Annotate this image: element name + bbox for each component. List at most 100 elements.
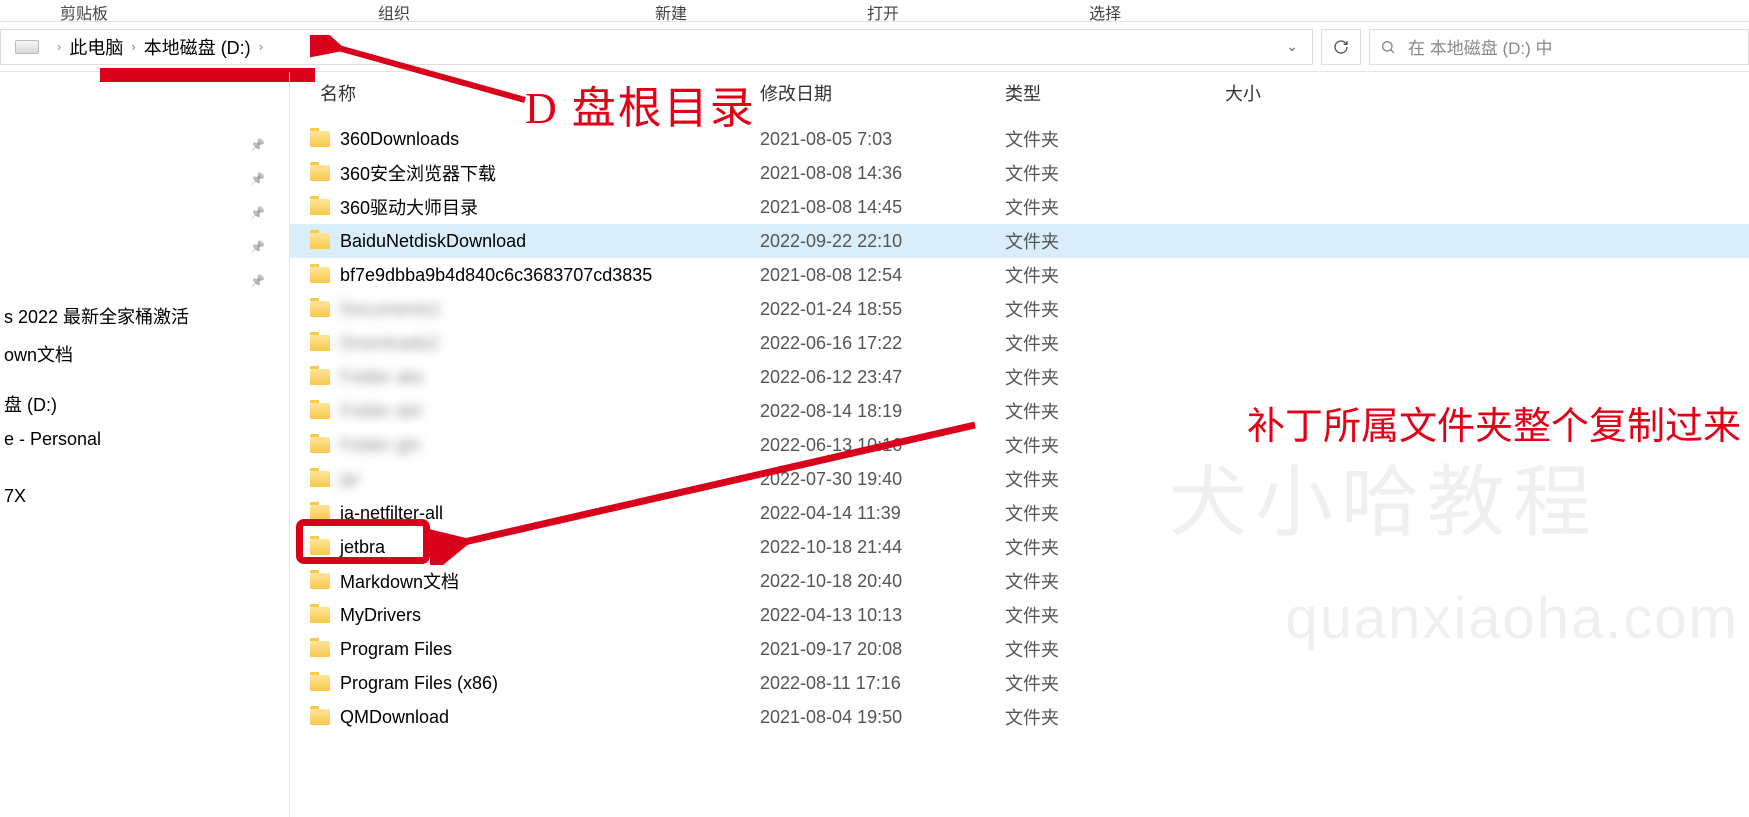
file-name-cell: bf7e9dbba9b4d840c6c3683707cd3835 [290, 265, 760, 286]
file-row[interactable]: Folder def2022-08-14 18:19文件夹 [290, 394, 1749, 428]
file-row[interactable]: Markdown文档2022-10-18 20:40文件夹 [290, 564, 1749, 598]
sidebar-item[interactable]: s 2022 最新全家桶激活 [0, 297, 289, 335]
folder-icon [310, 131, 330, 147]
file-row[interactable]: jetbra2022-10-18 21:44文件夹 [290, 530, 1749, 564]
file-name: ja-netfilter-all [340, 503, 443, 524]
file-date: 2021-08-08 14:36 [760, 163, 1005, 184]
column-type[interactable]: 类型 [1005, 80, 1225, 106]
column-date[interactable]: 修改日期 [760, 80, 1005, 106]
search-input[interactable]: 在 本地磁盘 (D:) 中 [1369, 29, 1749, 65]
pin-icon [250, 136, 265, 152]
file-type: 文件夹 [1005, 228, 1225, 254]
file-row[interactable]: jar2022-07-30 19:40文件夹 [290, 462, 1749, 496]
refresh-button[interactable] [1321, 29, 1361, 65]
file-type: 文件夹 [1005, 704, 1225, 730]
file-date: 2021-08-08 12:54 [760, 265, 1005, 286]
file-type: 文件夹 [1005, 330, 1225, 356]
file-date: 2022-04-13 10:13 [760, 605, 1005, 626]
column-size[interactable]: 大小 [1225, 80, 1375, 106]
folder-icon [310, 709, 330, 725]
ribbon-open: 打开 [847, 0, 919, 24]
folder-icon [310, 403, 330, 419]
file-row[interactable]: BaiduNetdiskDownload 2022-09-22 22:10文件夹 [290, 224, 1749, 258]
file-type: 文件夹 [1005, 636, 1225, 662]
file-name-cell: Downloads2 [290, 333, 760, 354]
file-name: MyDrivers [340, 605, 421, 626]
ribbon-organize: 组织 [358, 0, 430, 24]
sidebar-item[interactable] [0, 513, 289, 525]
file-name: Program Files [340, 639, 452, 660]
folder-icon [310, 539, 330, 555]
file-name-cell: Program Files [290, 639, 760, 660]
breadcrumb-this-pc[interactable]: 此电脑 [69, 34, 123, 60]
file-row[interactable]: 360驱动大师目录2021-08-08 14:45文件夹 [290, 190, 1749, 224]
chevron-right-icon[interactable]: › [131, 39, 135, 54]
ribbon-new: 新建 [635, 0, 707, 24]
file-name: 360Downloads [340, 129, 459, 150]
file-name-cell: jetbra [290, 537, 760, 558]
sidebar-item[interactable]: 7X [0, 480, 289, 513]
file-name: jar [340, 469, 360, 490]
file-name: Downloads2 [340, 333, 439, 354]
refresh-icon [1333, 39, 1349, 55]
file-date: 2022-08-11 17:16 [760, 673, 1005, 694]
ribbon-select: 选择 [1069, 0, 1141, 24]
file-type: 文件夹 [1005, 262, 1225, 288]
sidebar-item[interactable] [0, 456, 289, 468]
file-row[interactable]: Program Files (x86)2022-08-11 17:16文件夹 [290, 666, 1749, 700]
file-row[interactable]: Folder ghi2022-06-13 10:16文件夹 [290, 428, 1749, 462]
file-row[interactable]: 360安全浏览器下载 2021-08-08 14:36文件夹 [290, 156, 1749, 190]
breadcrumb[interactable]: › 此电脑 › 本地磁盘 (D:) › ⌄ [0, 29, 1313, 65]
file-name: BaiduNetdiskDownload [340, 231, 526, 252]
file-name: jetbra [340, 537, 385, 558]
file-type: 文件夹 [1005, 534, 1225, 560]
file-name-cell: Folder ghi [290, 435, 760, 456]
file-name: 360安全浏览器下载 [340, 160, 496, 186]
file-row[interactable]: MyDrivers2022-04-13 10:13文件夹 [290, 598, 1749, 632]
folder-icon [310, 301, 330, 317]
file-list: 360Downloads2021-08-05 7:03文件夹360安全浏览器下载… [290, 122, 1749, 734]
sidebar-item[interactable] [0, 468, 289, 480]
file-date: 2022-09-22 22:10 [760, 231, 1005, 252]
file-row[interactable]: Program Files2021-09-17 20:08文件夹 [290, 632, 1749, 666]
chevron-down-icon[interactable]: ⌄ [1280, 38, 1304, 55]
chevron-right-icon[interactable]: › [57, 39, 61, 54]
sidebar-item[interactable]: own文档 [0, 335, 289, 373]
file-type: 文件夹 [1005, 160, 1225, 186]
file-row[interactable]: QMDownload2021-08-04 19:50文件夹 [290, 700, 1749, 734]
file-row[interactable]: Documents12022-01-24 18:55文件夹 [290, 292, 1749, 326]
file-row[interactable]: 360Downloads2021-08-05 7:03文件夹 [290, 122, 1749, 156]
file-name-cell: QMDownload [290, 707, 760, 728]
navigation-row: › 此电脑 › 本地磁盘 (D:) › ⌄ 在 本地磁盘 (D:) 中 [0, 22, 1749, 72]
file-type: 文件夹 [1005, 398, 1225, 424]
sidebar-item[interactable]: 盘 (D:) [0, 385, 289, 423]
search-placeholder: 在 本地磁盘 (D:) 中 [1408, 34, 1553, 59]
folder-icon [310, 573, 330, 589]
file-date: 2022-01-24 18:55 [760, 299, 1005, 320]
file-type: 文件夹 [1005, 568, 1225, 594]
file-row[interactable]: bf7e9dbba9b4d840c6c3683707cd38352021-08-… [290, 258, 1749, 292]
pin-icon [250, 238, 265, 254]
column-headers: 名称 修改日期 类型 大小 [290, 72, 1749, 108]
file-type: 文件夹 [1005, 432, 1225, 458]
file-date: 2022-10-18 20:40 [760, 571, 1005, 592]
folder-icon [310, 505, 330, 521]
chevron-right-icon[interactable]: › [259, 39, 263, 54]
file-date: 2022-07-30 19:40 [760, 469, 1005, 490]
file-name-cell: Documents1 [290, 299, 760, 320]
folder-icon [310, 675, 330, 691]
file-row[interactable]: ja-netfilter-all2022-04-14 11:39文件夹 [290, 496, 1749, 530]
column-name[interactable]: 名称 [290, 80, 760, 106]
file-name: Program Files (x86) [340, 673, 498, 694]
file-row[interactable]: Folder abc2022-06-12 23:47文件夹 [290, 360, 1749, 394]
breadcrumb-drive[interactable]: 本地磁盘 (D:) [144, 34, 251, 60]
folder-icon [310, 335, 330, 351]
file-date: 2022-06-16 17:22 [760, 333, 1005, 354]
sidebar-item[interactable]: e - Personal [0, 423, 289, 456]
pin-icon [250, 170, 265, 186]
file-row[interactable]: Downloads2 2022-06-16 17:22文件夹 [290, 326, 1749, 360]
sidebar-item[interactable] [0, 373, 289, 385]
file-name: Folder ghi [340, 435, 420, 456]
pin-icon [250, 272, 265, 288]
folder-icon [310, 233, 330, 249]
